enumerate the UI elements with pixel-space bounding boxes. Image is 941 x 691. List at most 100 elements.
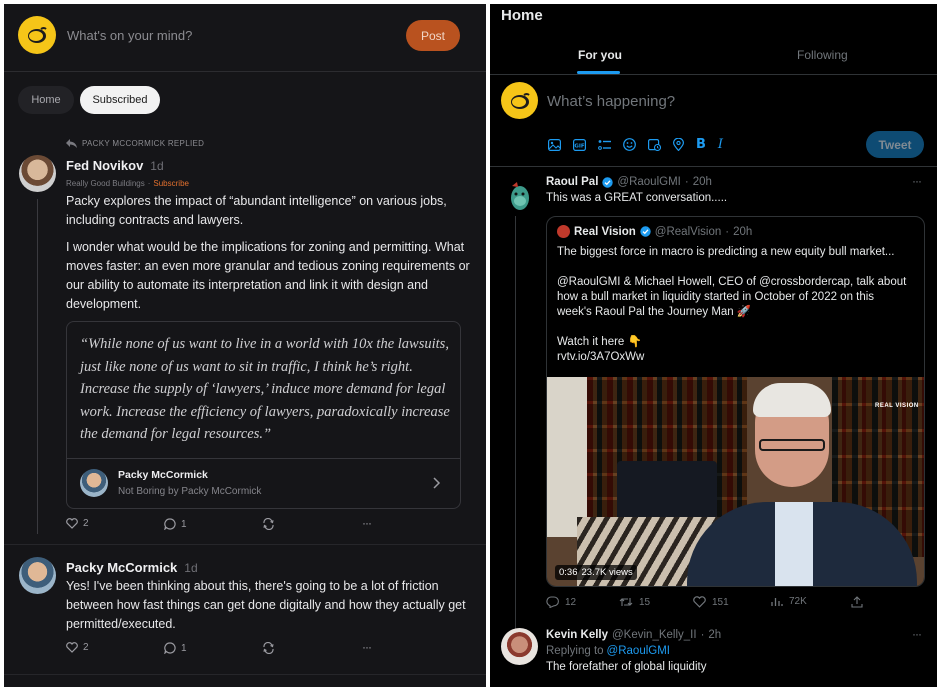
retweet-button[interactable]: 15 — [619, 596, 650, 608]
separator-dot: · — [725, 225, 730, 238]
video-watermark: REAL VISION — [875, 403, 919, 409]
publication-line: Really Good Buildings · Subscribe — [66, 179, 189, 188]
tweet-header: Raoul Pal @RaoulGMI · 20h — [546, 176, 712, 188]
text-line: The biggest force in macro is predicting… — [557, 246, 895, 258]
emoji-icon[interactable] — [623, 138, 636, 151]
quote-line: work. Increase the efficiency of lawyers… — [80, 403, 450, 420]
poll-icon[interactable] — [598, 139, 611, 151]
location-icon[interactable] — [673, 138, 684, 151]
avatar-kevin-kelly[interactable] — [501, 628, 538, 665]
comment-time: 1d — [150, 159, 164, 173]
author-handle[interactable]: @RaoulGMI — [617, 176, 680, 188]
comment-button[interactable]: 1 — [164, 518, 187, 530]
comment-button[interactable]: 1 — [164, 642, 187, 654]
more-options-icon[interactable]: ··· — [912, 627, 922, 641]
gif-icon[interactable]: GIF — [573, 138, 586, 151]
tab-subscribed[interactable]: Subscribed — [80, 86, 160, 114]
replied-label: PACKY MCCORMICK REPLIED — [82, 139, 205, 148]
quoted-header: Real Vision @RealVision · 20h — [557, 225, 752, 238]
tweet-link[interactable]: rvtv.io/3A7OxWw — [557, 350, 919, 365]
comment-header: Fed Novikov 1d — [66, 158, 164, 173]
like-button[interactable]: 2 — [66, 642, 89, 653]
heart-icon — [66, 642, 78, 653]
more-options-icon[interactable]: ··· — [912, 174, 922, 188]
video-stats: 0:36 23.7K views — [555, 565, 637, 580]
composer-input[interactable]: What's on your mind? — [67, 28, 192, 43]
text-line: permitted/executed. — [66, 617, 176, 631]
reply-arrow-icon — [66, 139, 77, 148]
quote-card[interactable]: “While none of us want to live in a worl… — [66, 321, 461, 509]
tweet-text: The forefather of global liquidity — [546, 661, 707, 673]
avatar-fed-novikov[interactable] — [19, 155, 56, 192]
more-options-icon[interactable]: ··· — [362, 516, 372, 530]
author-handle[interactable]: @Kevin_Kelly_II — [612, 629, 697, 641]
share-icon[interactable] — [851, 596, 863, 608]
avatar-packy-mccormick[interactable] — [19, 557, 56, 594]
video-thumbnail[interactable]: REAL VISION 0:36 23.7K views — [547, 377, 924, 586]
comment-body: Yes! I've been thinking about this, ther… — [66, 577, 476, 634]
thread-line — [37, 199, 38, 534]
restack-button[interactable] — [262, 518, 275, 530]
restack-icon — [263, 518, 274, 530]
text-line: how a bull market in liquidity started i… — [557, 291, 875, 303]
heart-icon — [693, 596, 706, 608]
substack-feed-panel: What's on your mind? Post Home Subscribe… — [4, 4, 486, 687]
replying-to: Replying to @RaoulGMI — [546, 645, 670, 657]
twitter-feed-panel: Home For you Following What’s happening?… — [490, 4, 937, 687]
reply-icon — [546, 596, 559, 608]
author-name[interactable]: Fed Novikov — [66, 158, 143, 173]
bold-icon[interactable]: B — [696, 137, 706, 152]
source-author: Packy McCormick — [118, 469, 208, 481]
tab-for-you[interactable]: For you — [578, 48, 622, 62]
tab-following[interactable]: Following — [797, 48, 848, 62]
text-line: development. — [66, 297, 142, 311]
replying-handle[interactable]: @RaoulGMI — [607, 645, 670, 657]
tweet-button[interactable]: Tweet — [866, 131, 924, 158]
divider — [4, 544, 486, 545]
tweet-time[interactable]: 2h — [708, 629, 721, 641]
like-button[interactable]: 151 — [693, 596, 729, 608]
views-button[interactable]: 72K — [771, 596, 807, 607]
post-button[interactable]: Post — [406, 20, 460, 51]
like-count: 151 — [712, 596, 729, 608]
subscribe-link[interactable]: Subscribe — [153, 179, 189, 188]
replied-indicator: PACKY MCCORMICK REPLIED — [66, 139, 204, 148]
presenter-glasses — [759, 439, 825, 451]
presenter-hair — [753, 383, 831, 417]
tweet-time[interactable]: 20h — [693, 176, 712, 188]
svg-text:GIF: GIF — [574, 143, 585, 149]
author-name[interactable]: Raoul Pal — [546, 176, 598, 188]
quote-line: the demand for legal resources.” — [80, 426, 272, 442]
page-title: Home — [501, 7, 543, 24]
more-options-icon[interactable]: ··· — [362, 640, 372, 654]
quoted-tweet[interactable]: Real Vision @RealVision · 20h The bigges… — [546, 216, 925, 587]
like-count: 2 — [83, 642, 89, 653]
divider — [4, 71, 486, 72]
text-line: between how fast things can get done dig… — [66, 598, 466, 612]
text-line: week's Raoul Pal the Journey Man 🚀 — [557, 306, 752, 318]
wall — [547, 377, 587, 537]
schedule-icon[interactable] — [648, 138, 661, 151]
comment-body: Packy explores the impact of “abundant i… — [66, 192, 476, 314]
italic-icon[interactable]: I — [718, 137, 723, 152]
user-avatar[interactable] — [18, 16, 56, 54]
publication-name[interactable]: Really Good Buildings — [66, 179, 145, 188]
divider — [4, 674, 486, 675]
restack-button[interactable] — [262, 642, 275, 654]
author-name[interactable]: Kevin Kelly — [546, 629, 608, 641]
separator-dot: · — [147, 179, 151, 188]
reply-button[interactable]: 12 — [546, 596, 576, 608]
thread-line — [515, 216, 516, 636]
lemon-logo-icon — [28, 27, 47, 43]
image-icon[interactable] — [548, 138, 561, 151]
avatar-raoul-pal[interactable] — [501, 176, 538, 213]
user-avatar[interactable] — [501, 82, 538, 119]
comment-bubble-icon — [164, 642, 176, 654]
quoted-time: 20h — [733, 225, 753, 238]
presenter-shirt — [775, 502, 813, 586]
tweet-composer-input[interactable]: What’s happening? — [547, 93, 675, 110]
like-button[interactable]: 2 — [66, 518, 89, 529]
tab-home[interactable]: Home — [18, 86, 74, 114]
author-name[interactable]: Packy McCormick — [66, 560, 177, 575]
like-count: 2 — [83, 518, 89, 529]
